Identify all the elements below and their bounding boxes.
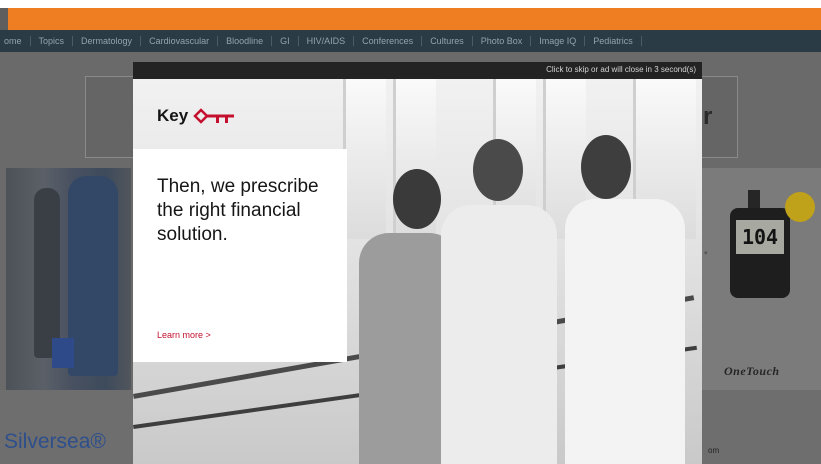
nav-item[interactable]: Pediatrics <box>585 36 642 46</box>
nav-item[interactable]: Cultures <box>422 36 473 46</box>
nav-item[interactable]: ome <box>0 36 31 46</box>
photo-figure <box>34 188 60 358</box>
nav-item[interactable]: Photo Box <box>473 36 532 46</box>
key-logo: Key <box>157 106 238 126</box>
nav-item[interactable]: Dermatology <box>73 36 142 46</box>
banner-ad-right: r <box>700 76 738 158</box>
person-body <box>565 199 685 464</box>
brand-logo: OneTouch <box>724 364 780 378</box>
meter-reading: 104 <box>736 220 784 254</box>
glucose-meter-image: 104 <box>730 208 790 298</box>
side-mark: ° <box>704 250 708 260</box>
person-doctor <box>563 135 702 464</box>
interstitial-ad[interactable]: Click to skip or ad will close in 3 seco… <box>133 62 702 464</box>
left-photo <box>6 168 131 390</box>
ad-headline: Then, we prescribe the right financial s… <box>157 176 319 245</box>
photo-bag <box>52 338 74 368</box>
nav-item[interactable]: GI <box>272 36 299 46</box>
nav-item[interactable]: Image IQ <box>531 36 586 46</box>
promo-badge <box>785 192 815 222</box>
banner-partial-text: r <box>703 103 713 130</box>
top-gap <box>0 0 821 8</box>
logo-text: Key <box>157 106 189 125</box>
nav-item[interactable]: Cardiovascular <box>141 36 219 46</box>
photo-figure <box>68 176 118 376</box>
article-title: Silversea® <box>4 430 106 453</box>
nav-item[interactable]: Conferences <box>354 36 423 46</box>
person-head <box>581 135 631 199</box>
key-icon <box>193 108 235 124</box>
nav-item[interactable]: HIV/AIDS <box>299 36 355 46</box>
skip-ad-link[interactable]: Click to skip or ad will close in 3 seco… <box>546 65 696 74</box>
person-doctor <box>431 139 571 464</box>
nav-item[interactable]: Topics <box>31 36 74 46</box>
orange-header-bar <box>8 8 821 30</box>
learn-more-link[interactable]: Learn more > <box>157 330 211 340</box>
nav-item[interactable]: Bloodline <box>218 36 273 46</box>
main-nav: ome Topics Dermatology Cardiovascular Bloodl… <box>0 30 821 52</box>
skip-bar: Click to skip or ad will close in 3 seco… <box>133 62 702 79</box>
person-body <box>441 205 557 464</box>
ad-copy-card: Then, we prescribe the right financial s… <box>133 149 347 362</box>
person-head <box>473 139 523 201</box>
onetouch-ad: ° 104 OneTouch <box>700 168 821 390</box>
bottom-right-text: om <box>708 446 720 455</box>
